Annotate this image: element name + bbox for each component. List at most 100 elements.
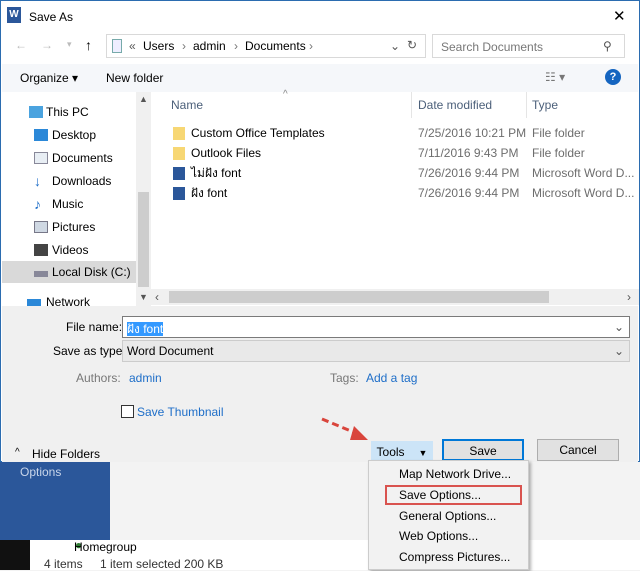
horizontal-scrollbar[interactable]: ‹ › xyxy=(151,289,639,305)
nav-music[interactable]: ♪ Music xyxy=(2,193,136,215)
cancel-button[interactable]: Cancel xyxy=(537,439,619,461)
nav-pictures[interactable]: Pictures xyxy=(2,216,136,238)
forward-icon[interactable]: → xyxy=(41,38,53,52)
annotation-arrow xyxy=(321,417,368,440)
search-input[interactable]: Search Documents xyxy=(432,34,625,58)
scroll-down-icon[interactable]: ▼ xyxy=(139,292,148,302)
sort-ascending-icon: ^ xyxy=(283,89,288,100)
file-name-label: File name: xyxy=(66,320,123,334)
scroll-up-icon[interactable]: ▲ xyxy=(139,94,148,104)
overflow-chevron[interactable]: « xyxy=(129,39,136,53)
nav-scrollbar[interactable]: ▲ ▼ xyxy=(136,92,151,306)
file-date: 7/11/2016 9:43 PM xyxy=(418,146,519,160)
file-row[interactable]: Outlook Files 7/11/2016 9:43 PM File folde… xyxy=(151,143,639,163)
navigation-pane: This PC Desktop Documents ↓ Downloads ♪ Mu… xyxy=(2,92,136,309)
new-folder-button[interactable]: New folder xyxy=(106,71,163,85)
file-row[interactable]: Custom Office Templates 7/25/2016 10:21 P… xyxy=(151,123,639,143)
scroll-thumb[interactable] xyxy=(138,192,149,287)
recent-dropdown-icon[interactable]: ▾ xyxy=(67,39,72,50)
chevron-down-icon[interactable]: ⌄ xyxy=(614,320,624,334)
save-thumbnail-checkbox[interactable] xyxy=(121,405,134,418)
nav-downloads[interactable]: ↓ Downloads xyxy=(2,170,136,192)
tools-label: Tools xyxy=(376,445,405,459)
save-button[interactable]: Save xyxy=(442,439,524,461)
file-name: ไม่ฝัง font xyxy=(191,166,242,180)
documents-icon xyxy=(34,152,48,164)
up-icon[interactable]: ↑ xyxy=(85,37,92,53)
nav-label: Pictures xyxy=(52,220,96,234)
disk-icon xyxy=(34,271,48,277)
nav-label: Music xyxy=(52,197,84,211)
nav-videos[interactable]: Videos xyxy=(2,239,136,261)
nav-desktop[interactable]: Desktop xyxy=(2,124,136,146)
tools-menu: Map Network Drive... Save Options... Gen… xyxy=(368,460,529,570)
file-name: ฝัง font xyxy=(191,186,228,200)
save-type-value: Word Document xyxy=(127,344,214,358)
file-name-value: ฝัง font xyxy=(127,322,164,336)
downloads-icon: ↓ xyxy=(34,173,41,189)
chevron-right-icon: › xyxy=(182,39,186,53)
dropdown-arrow-icon: ▼ xyxy=(418,448,428,458)
close-button[interactable]: ✕ xyxy=(613,7,626,25)
desktop-icon xyxy=(34,129,48,141)
folder-icon xyxy=(173,147,185,160)
music-icon: ♪ xyxy=(34,196,41,212)
back-icon[interactable]: ← xyxy=(15,38,27,52)
scroll-thumb[interactable] xyxy=(169,291,549,303)
nav-label: This PC xyxy=(46,105,89,119)
tags-input[interactable]: Add a tag xyxy=(366,371,417,385)
save-type-select[interactable]: Word Document ⌄ xyxy=(122,340,630,362)
menu-item-save-options[interactable]: Save Options... xyxy=(399,485,481,505)
nav-local-disk[interactable]: Local Disk (C:) xyxy=(2,261,136,283)
chevron-down-icon[interactable]: ⌄ xyxy=(390,39,400,53)
column-date[interactable]: Date modified xyxy=(418,98,492,112)
pictures-icon xyxy=(34,221,48,233)
nav-label: Documents xyxy=(52,151,113,165)
organize-button[interactable]: Organize ▾ xyxy=(20,71,78,85)
file-name-input[interactable]: ฝัง font ⌄ xyxy=(122,316,630,338)
options-label: Options xyxy=(20,465,62,479)
explorer-background: ● Homegroup 4 items 1 item selected 200 … xyxy=(30,538,640,571)
help-icon[interactable]: ? xyxy=(605,69,621,85)
chevron-right-icon: › xyxy=(309,39,313,53)
authors-label: Authors: xyxy=(76,371,121,385)
menu-item-compress-pictures[interactable]: Compress Pictures... xyxy=(399,547,510,567)
file-name: Outlook Files xyxy=(191,146,262,160)
address-bar[interactable]: « Users › admin › Documents › ⌄ ↻ xyxy=(106,34,426,58)
authors-value[interactable]: admin xyxy=(129,371,162,385)
nav-documents[interactable]: Documents xyxy=(2,147,136,169)
word-backstage-panel: Options xyxy=(0,455,110,540)
nav-label: Videos xyxy=(52,243,89,257)
menu-item-web-options[interactable]: Web Options... xyxy=(399,526,478,546)
scroll-right-icon[interactable]: › xyxy=(627,290,631,304)
nav-this-pc[interactable]: This PC xyxy=(2,101,136,123)
toolbar: Organize ▾ New folder ☷ ▾ ? xyxy=(2,64,638,92)
file-row[interactable]: ฝัง font 7/26/2016 9:44 PM Microsoft Word … xyxy=(151,183,639,203)
scroll-left-icon[interactable]: ‹ xyxy=(155,290,159,304)
crumb-users[interactable]: Users xyxy=(143,39,174,53)
taskbar xyxy=(0,540,30,570)
view-options-icon[interactable]: ☷ ▾ xyxy=(545,70,565,84)
crumb-documents[interactable]: Documents xyxy=(245,39,306,53)
file-type: File folder xyxy=(532,146,585,160)
word-doc-icon xyxy=(173,167,185,180)
column-name[interactable]: Name xyxy=(171,98,203,112)
menu-item-map-network-drive[interactable]: Map Network Drive... xyxy=(399,464,511,484)
nav-label: Desktop xyxy=(52,128,97,142)
refresh-icon[interactable]: ↻ xyxy=(407,38,417,52)
file-type: Microsoft Word D... xyxy=(532,186,635,200)
chevron-up-icon[interactable]: ^ xyxy=(15,447,20,458)
save-form: File name: ฝัง font ⌄ Save as type: Word … xyxy=(2,306,638,463)
hide-folders-button[interactable]: Hide Folders xyxy=(32,447,100,461)
crumb-admin[interactable]: admin xyxy=(193,39,226,53)
file-row[interactable]: ไม่ฝัง font 7/26/2016 9:44 PM Microsoft Wo… xyxy=(151,163,639,183)
documents-icon xyxy=(112,39,122,53)
menu-item-general-options[interactable]: General Options... xyxy=(399,506,496,526)
save-thumbnail-label[interactable]: Save Thumbnail xyxy=(137,405,224,419)
chevron-down-icon: ⌄ xyxy=(613,344,624,358)
word-doc-icon xyxy=(173,187,185,200)
homegroup-label[interactable]: Homegroup xyxy=(74,540,137,554)
file-type: File folder xyxy=(532,126,585,140)
column-type[interactable]: Type xyxy=(532,98,558,112)
nav-label: Downloads xyxy=(52,174,112,188)
